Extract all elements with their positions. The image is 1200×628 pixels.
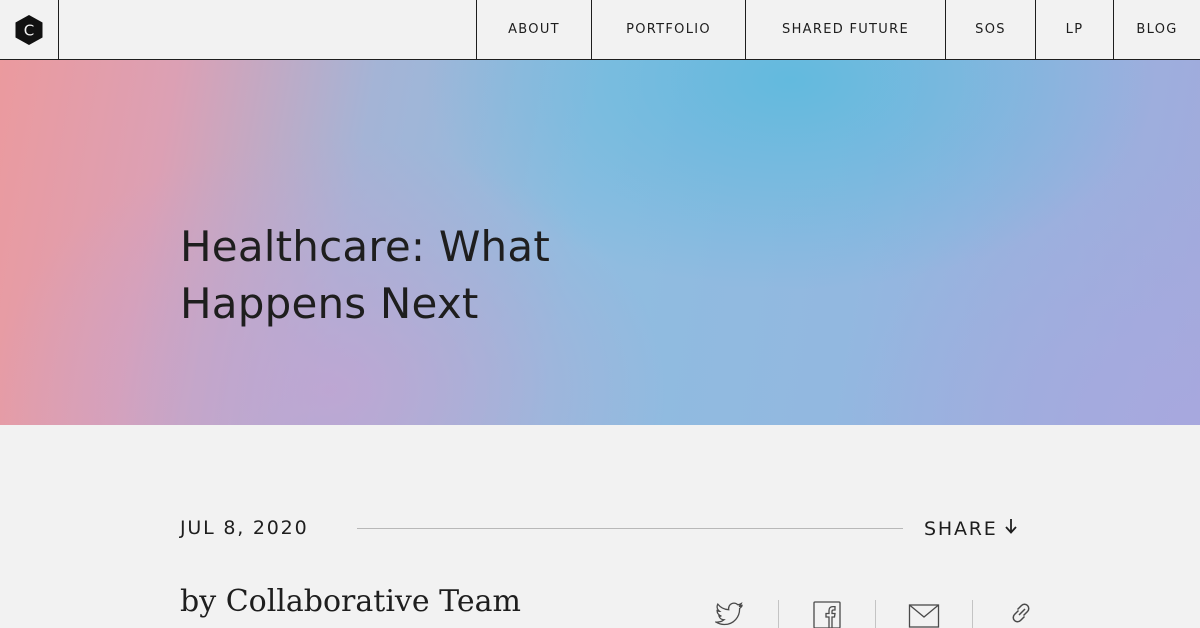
icon-separator — [778, 600, 779, 628]
main-nav: ABOUT PORTFOLIO SHARED FUTURE SOS LP BLO… — [476, 0, 1200, 59]
icon-separator — [875, 600, 876, 628]
top-navigation: C ABOUT PORTFOLIO SHARED FUTURE SOS LP B… — [0, 0, 1200, 60]
share-icons — [700, 596, 1050, 628]
facebook-icon[interactable] — [810, 598, 844, 628]
arrow-down-icon — [1004, 517, 1018, 540]
icon-separator — [972, 600, 973, 628]
nav-blog[interactable]: BLOG — [1113, 0, 1200, 59]
share-button[interactable]: SHARE — [924, 517, 1018, 540]
logo-hexagon-icon: C — [15, 14, 43, 45]
hero-banner: Healthcare: What Happens Next — [0, 60, 1200, 425]
nav-shared-future[interactable]: SHARED FUTURE — [745, 0, 945, 59]
page-title: Healthcare: What Happens Next — [180, 222, 550, 328]
nav-sos[interactable]: SOS — [945, 0, 1035, 59]
svg-text:C: C — [24, 21, 34, 39]
twitter-icon[interactable] — [713, 598, 747, 628]
email-icon[interactable] — [907, 598, 941, 628]
share-label: SHARE — [924, 517, 998, 540]
link-icon[interactable] — [1004, 598, 1038, 628]
nav-lp[interactable]: LP — [1035, 0, 1113, 59]
nav-portfolio[interactable]: PORTFOLIO — [591, 0, 745, 59]
nav-about[interactable]: ABOUT — [476, 0, 591, 59]
author-byline: by Collaborative Team — [180, 584, 521, 619]
logo[interactable]: C — [0, 0, 59, 59]
publish-date: JUL 8, 2020 — [180, 517, 309, 539]
divider — [357, 528, 903, 529]
